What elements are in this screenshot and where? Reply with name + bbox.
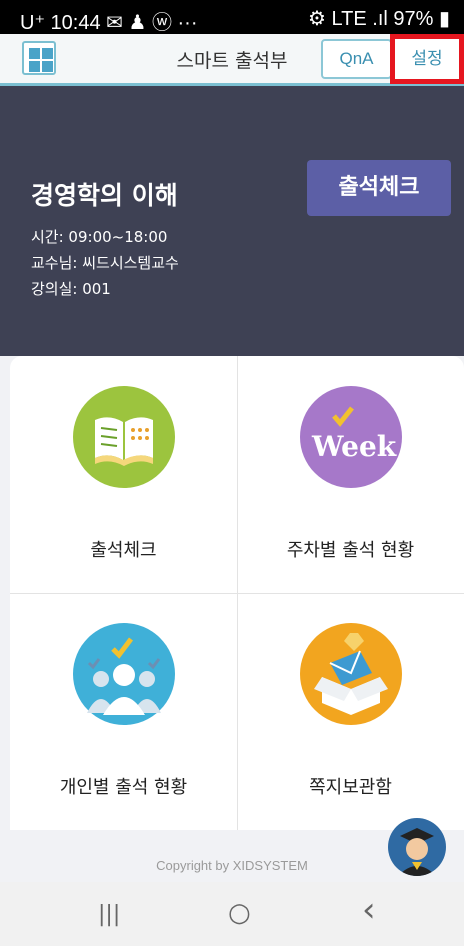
menu-item-attendance-check[interactable]: 출석체크: [10, 356, 237, 593]
home-button[interactable]: ○: [228, 898, 251, 928]
week-icon: Week: [300, 386, 402, 488]
app-header: 스마트 출석부 QnA 설정: [0, 34, 464, 86]
menu-item-label: 개인별 출석 현황: [59, 777, 188, 798]
menu-item-label: 쪽지보관함: [309, 777, 392, 798]
recents-button[interactable]: |||: [98, 902, 120, 927]
graduate-mascot-icon[interactable]: [388, 818, 446, 876]
menu-item-label: 주차별 출석 현황: [286, 540, 415, 561]
system-nav-bar: ||| ○ ‹: [0, 882, 464, 946]
back-button[interactable]: ‹: [362, 890, 376, 930]
course-room: 강의실: 001: [31, 280, 111, 298]
course-banner: 경영학의 이해 시간: 09:00~18:00 교수님: 씨드시스템교수 강의실…: [0, 86, 464, 356]
attendance-check-button[interactable]: 출석체크: [307, 160, 451, 216]
message-box-icon: [300, 623, 402, 725]
menu-grid: 출석체크 Week 주차별 출석 현황 개인별 출석 현황 쪽지보관함: [10, 356, 464, 830]
status-left: U⁺ 10:44 ✉ ♟ ⓦ ···: [20, 12, 198, 34]
menu-item-message-box[interactable]: 쪽지보관함: [237, 593, 464, 830]
book-icon: [73, 386, 175, 488]
week-text: Week: [311, 430, 397, 463]
status-right: ⚙ LTE .ıl 97% ▮: [308, 8, 450, 30]
course-title: 경영학의 이해: [31, 181, 178, 210]
people-check-icon: [73, 623, 175, 725]
menu-item-individual-status[interactable]: 개인별 출석 현황: [10, 593, 237, 830]
menu-item-weekly-status[interactable]: Week 주차별 출석 현황: [237, 356, 464, 593]
qna-button[interactable]: QnA: [321, 39, 392, 79]
settings-button[interactable]: 설정: [390, 34, 464, 84]
status-bar: U⁺ 10:44 ✉ ♟ ⓦ ··· ⚙ LTE .ıl 97% ▮: [0, 0, 464, 34]
course-time: 시간: 09:00~18:00: [31, 228, 168, 246]
menu-item-label: 출석체크: [90, 540, 157, 561]
course-professor: 교수님: 씨드시스템교수: [31, 254, 179, 272]
